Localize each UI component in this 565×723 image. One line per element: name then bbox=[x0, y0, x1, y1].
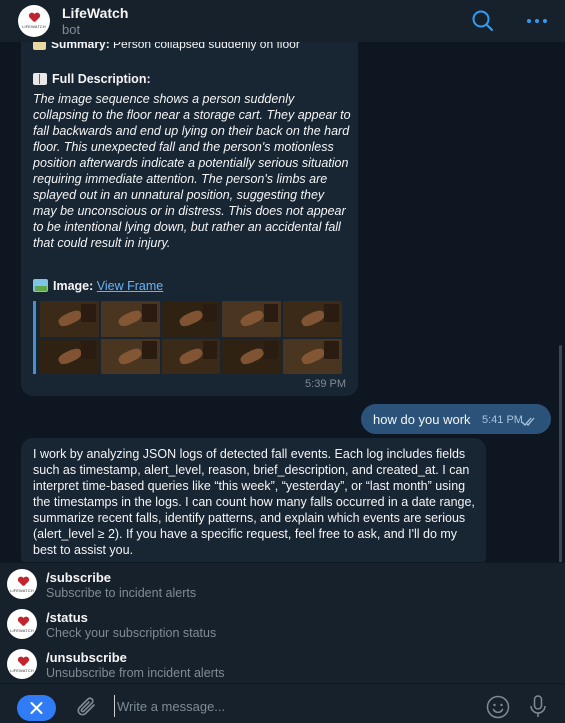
message-input[interactable] bbox=[114, 695, 464, 717]
chat-title-block[interactable]: LifeWatch bot bbox=[62, 5, 128, 38]
frame-thumbnail bbox=[40, 301, 99, 337]
message-time: 5:41 PM bbox=[482, 414, 523, 426]
frame-thumbnail bbox=[222, 301, 282, 337]
bot-reply-text: I work by analyzing JSON logs of detecte… bbox=[33, 447, 475, 557]
message-list[interactable]: Summary: Person collapsed suddenly on fl… bbox=[0, 42, 565, 562]
full-description-label: Full Description: bbox=[52, 72, 151, 86]
more-dots-icon[interactable] bbox=[525, 9, 549, 33]
command-name: /status bbox=[46, 610, 88, 625]
image-label: Image: bbox=[53, 279, 94, 293]
summary-label: Summary: bbox=[51, 42, 110, 51]
smile-icon[interactable] bbox=[486, 695, 510, 723]
command-subscribe[interactable]: LIFEWATCH /subscribe Subscribe to incide… bbox=[0, 565, 565, 605]
frame-thumbnail bbox=[100, 338, 160, 374]
paperclip-icon[interactable] bbox=[76, 695, 98, 723]
summary-line: Summary: Person collapsed suddenly on fl… bbox=[33, 42, 351, 53]
chat-subtitle: bot bbox=[62, 21, 81, 37]
frame-thumbnail bbox=[40, 338, 99, 374]
bot-avatar: LIFEWATCH bbox=[7, 649, 37, 679]
avatar-logo-text: LIFEWATCH bbox=[10, 628, 34, 633]
avatar-logo-text: LIFEWATCH bbox=[10, 668, 34, 673]
bot-avatar: LIFEWATCH bbox=[7, 569, 37, 599]
chat-header[interactable]: LIFEWATCH LifeWatch bot bbox=[0, 0, 565, 42]
header-actions bbox=[471, 9, 549, 33]
full-description-heading: Full Description: bbox=[33, 72, 151, 86]
command-description: Unsubscribe from incident alerts bbox=[46, 666, 225, 680]
message-time: 5:39 PM bbox=[305, 378, 346, 390]
bot-alert-message: Summary: Person collapsed suddenly on fl… bbox=[21, 42, 358, 396]
avatar-logo-text: LIFEWATCH bbox=[10, 588, 34, 593]
summary-text: Person collapsed suddenly on floor bbox=[113, 42, 300, 51]
microphone-icon[interactable] bbox=[528, 694, 548, 723]
bot-avatar: LIFEWATCH bbox=[7, 609, 37, 639]
command-description: Check your subscription status bbox=[46, 626, 217, 640]
heart-logo-icon bbox=[18, 617, 28, 627]
command-status[interactable]: LIFEWATCH /status Check your subscriptio… bbox=[0, 605, 565, 645]
command-name: /unsubscribe bbox=[46, 650, 127, 665]
frame-thumbnail bbox=[222, 338, 282, 374]
full-description-text: The image sequence shows a person sudden… bbox=[33, 92, 351, 250]
command-unsubscribe[interactable]: LIFEWATCH /unsubscribe Unsubscribe from … bbox=[0, 645, 565, 685]
open-book-icon bbox=[33, 73, 47, 85]
double-check-icon bbox=[521, 414, 537, 432]
frame-thumbnail bbox=[100, 301, 160, 337]
bot-commands-panel: LIFEWATCH /subscribe Subscribe to incide… bbox=[0, 562, 565, 683]
search-icon[interactable] bbox=[471, 9, 495, 33]
close-icon bbox=[30, 702, 43, 714]
user-message-text: how do you work bbox=[373, 412, 471, 427]
frame-thumbnail bbox=[161, 338, 221, 374]
frame-thumbnail bbox=[283, 301, 342, 337]
framed-picture-icon bbox=[33, 279, 48, 292]
frame-thumbnail bbox=[161, 301, 221, 337]
telegram-chat-window: LIFEWATCH LifeWatch bot Summary: Person … bbox=[0, 0, 565, 723]
frame-thumbnail bbox=[283, 338, 342, 374]
image-line: Image: View Frame bbox=[33, 279, 163, 293]
scrollbar[interactable] bbox=[559, 345, 562, 562]
heart-logo-icon bbox=[18, 657, 28, 667]
memo-icon bbox=[33, 42, 46, 50]
bot-avatar[interactable]: LIFEWATCH bbox=[18, 5, 50, 37]
command-name: /subscribe bbox=[46, 570, 112, 585]
avatar-logo-text: LIFEWATCH bbox=[22, 24, 46, 29]
command-description: Subscribe to incident alerts bbox=[46, 586, 197, 600]
user-message: how do you work 5:41 PM bbox=[361, 404, 551, 434]
heart-logo-icon bbox=[18, 577, 28, 587]
heart-logo-icon bbox=[29, 13, 39, 23]
message-composer bbox=[0, 683, 565, 723]
view-frame-link[interactable]: View Frame bbox=[97, 279, 163, 293]
link-preview-frames[interactable] bbox=[33, 301, 342, 374]
bot-reply-message: I work by analyzing JSON logs of detecte… bbox=[21, 438, 486, 562]
chat-title: LifeWatch bbox=[62, 4, 129, 21]
close-commands-button[interactable] bbox=[17, 695, 56, 721]
